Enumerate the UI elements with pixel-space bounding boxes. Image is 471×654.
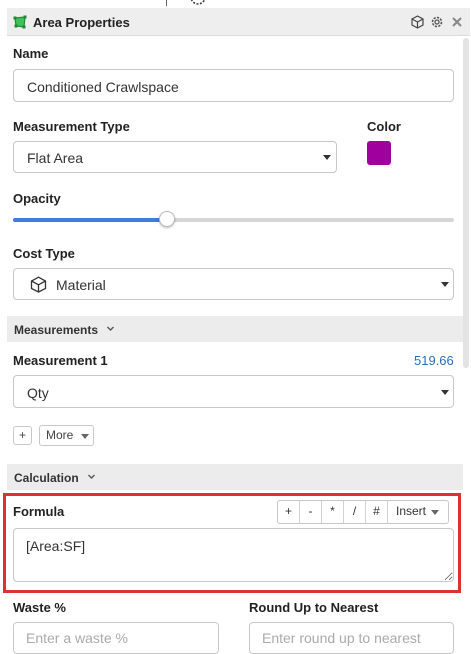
- chevron-down-icon: [323, 155, 331, 160]
- caret-down-icon: [81, 434, 89, 439]
- opacity-slider[interactable]: [13, 210, 454, 230]
- round-up-input[interactable]: [249, 622, 454, 654]
- panel-header: Area Properties: [7, 8, 470, 36]
- slider-fill: [13, 218, 168, 222]
- more-button-label: More: [46, 428, 74, 442]
- chevron-down-icon: [441, 390, 449, 395]
- measurement-type-value: Flat Area: [27, 150, 84, 166]
- multiply-operator-button[interactable]: *: [322, 501, 344, 523]
- formula-label: Formula: [13, 504, 65, 519]
- add-measurement-button[interactable]: +: [13, 426, 32, 445]
- formula-operator-bar: + - * / # Insert: [277, 500, 449, 524]
- waste-input[interactable]: [13, 622, 219, 654]
- more-button[interactable]: More: [39, 425, 94, 446]
- compass-icon: [183, 0, 213, 6]
- calculation-section-title: Calculation: [14, 471, 79, 485]
- cost-type-select[interactable]: Material: [13, 268, 454, 300]
- calculation-section-header[interactable]: Calculation: [7, 464, 463, 490]
- area-shape-icon: [13, 15, 27, 34]
- measurement1-select[interactable]: Qty: [13, 375, 454, 408]
- cost-type-value: Material: [56, 277, 106, 293]
- round-up-label: Round Up to Nearest: [249, 600, 379, 615]
- cube-icon[interactable]: [411, 15, 424, 34]
- measurement1-value[interactable]: 519.66: [414, 353, 454, 368]
- measurements-section-header[interactable]: Measurements: [7, 316, 463, 342]
- name-label: Name: [13, 46, 49, 61]
- panel-title: Area Properties: [33, 15, 130, 30]
- caret-down-icon: [431, 510, 439, 515]
- divide-operator-button[interactable]: /: [344, 501, 366, 523]
- name-field[interactable]: Conditioned Crawlspace: [13, 69, 454, 102]
- color-swatch[interactable]: [367, 141, 391, 165]
- measurement1-selected: Qty: [27, 385, 49, 401]
- measurement-type-select[interactable]: Flat Area: [13, 141, 337, 173]
- insert-dropdown-button[interactable]: Insert: [388, 501, 448, 523]
- color-label: Color: [367, 119, 401, 134]
- formula-textarea[interactable]: [13, 528, 454, 582]
- close-icon[interactable]: [451, 15, 463, 33]
- canvas-top-strip: [0, 0, 471, 8]
- measurements-section-title: Measurements: [14, 323, 99, 337]
- slider-thumb[interactable]: [159, 211, 176, 227]
- chevron-down-icon: [441, 282, 449, 287]
- chevron-down-icon: [107, 326, 114, 331]
- waste-label: Waste %: [13, 600, 66, 615]
- chevron-down-icon: [88, 474, 95, 479]
- number-operator-button[interactable]: #: [366, 501, 388, 523]
- cost-type-label: Cost Type: [13, 246, 75, 261]
- cube-outline-icon: [30, 276, 47, 296]
- canvas-line: [166, 0, 167, 6]
- plus-operator-button[interactable]: +: [278, 501, 300, 523]
- measurement1-label: Measurement 1: [13, 353, 108, 368]
- panel-scrollbar[interactable]: [463, 38, 469, 368]
- insert-label: Insert: [396, 504, 427, 518]
- opacity-label: Opacity: [13, 191, 61, 206]
- gear-icon[interactable]: [430, 15, 444, 34]
- minus-operator-button[interactable]: -: [300, 501, 322, 523]
- measurement-type-label: Measurement Type: [13, 119, 130, 134]
- name-value: Conditioned Crawlspace: [27, 79, 179, 95]
